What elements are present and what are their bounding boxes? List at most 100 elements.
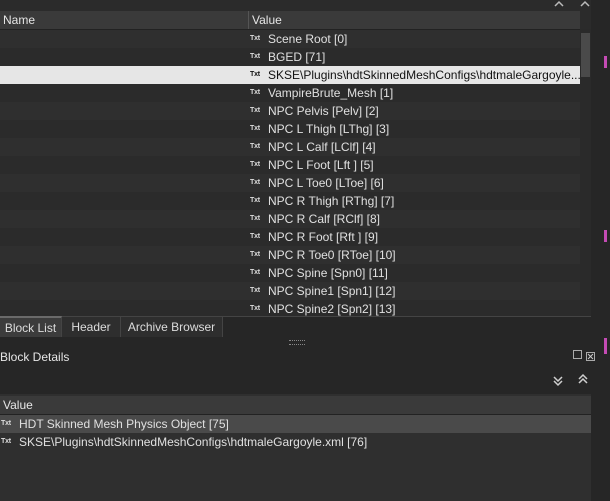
accent-mark bbox=[604, 56, 607, 68]
details-row[interactable]: Txt SKSE\Plugins\hdtSkinnedMeshConfigs\hd… bbox=[0, 433, 591, 451]
top-strip bbox=[0, 0, 610, 11]
row-value: NPC L Foot [Lft ] [5] bbox=[268, 158, 374, 172]
row-value: NPC L Calf [LClf] [4] bbox=[268, 140, 376, 154]
text-type-icon: Txt bbox=[250, 89, 260, 96]
tree-row[interactable]: 18 NiNodeTxtNPC Spine1 [Spn1] [12] bbox=[0, 282, 580, 300]
text-type-icon: Txt bbox=[250, 197, 260, 204]
row-value-cell: Txt BGED [71] bbox=[250, 48, 580, 66]
details-row-value: HDT Skinned Mesh Physics Object [75] bbox=[19, 417, 229, 431]
right-dock-strip bbox=[591, 0, 610, 501]
chevron-double-up-icon[interactable] bbox=[577, 373, 589, 385]
tree-row[interactable]: 13 NiNodeTxtNPC R Thigh [RThg] [7] bbox=[0, 192, 580, 210]
dock-tab-bar: Block List Header Archive Browser bbox=[0, 316, 591, 338]
row-value: NPC Spine [Spn0] [11] bbox=[268, 266, 388, 280]
tree-row[interactable]: 83 NiStringExtraDataTxtSKSE\Plugins\hdtS… bbox=[0, 66, 580, 84]
row-value-cell: Txt NPC Spine2 [Spn2] [13] bbox=[250, 300, 580, 316]
row-value: NPC Spine2 [Spn2] [13] bbox=[268, 302, 396, 316]
text-type-icon: Txt bbox=[250, 233, 260, 240]
row-value: Scene Root [0] bbox=[268, 32, 348, 46]
row-value: NPC L Toe0 [LToe] [6] bbox=[268, 176, 384, 190]
text-type-icon: Txt bbox=[250, 125, 260, 132]
tab-header[interactable]: Header bbox=[62, 317, 121, 337]
block-details-toolbar bbox=[0, 368, 591, 394]
text-type-icon: Txt bbox=[1, 420, 11, 427]
close-dock-icon[interactable] bbox=[586, 350, 595, 361]
row-value-cell: Txt NPC L Thigh [LThg] [3] bbox=[250, 120, 580, 138]
tree-row[interactable]: 15 NiNodeTxtNPC R Foot [Rft ] [9] bbox=[0, 228, 580, 246]
tab-block-list[interactable]: Block List bbox=[0, 316, 62, 338]
text-type-icon: Txt bbox=[250, 269, 260, 276]
tree-row[interactable]: 14 NiNodeTxtNPC R Calf [RClf] [8] bbox=[0, 210, 580, 228]
text-type-icon: Txt bbox=[250, 35, 260, 42]
row-value-cell: Txt NPC L Calf [LClf] [4] bbox=[250, 138, 580, 156]
tree-row[interactable]: 82 BSBehaviorGraphExtraDataTxtBGED [71] bbox=[0, 48, 580, 66]
tree-row[interactable]: 12 NiNodeTxtNPC L Toe0 [LToe] [6] bbox=[0, 174, 580, 192]
row-value: NPC R Toe0 [RToe] [10] bbox=[268, 248, 396, 262]
text-type-icon: Txt bbox=[250, 179, 260, 186]
text-type-icon: Txt bbox=[250, 251, 260, 258]
row-value: BGED [71] bbox=[268, 50, 326, 64]
block-list-tree[interactable]: Name Value 0 NiNodeTxtScene Root [0]82 B… bbox=[0, 11, 580, 316]
row-value-cell: Txt NPC R Calf [RClf] [8] bbox=[250, 210, 580, 228]
tree-header: Name Value bbox=[0, 11, 580, 30]
details-row[interactable]: Txt HDT Skinned Mesh Physics Object [75] bbox=[0, 415, 591, 433]
details-header: Value bbox=[0, 396, 591, 415]
tab-archive-browser[interactable]: Archive Browser bbox=[121, 317, 223, 337]
tree-row[interactable]: 9 NiNodeTxtNPC L Thigh [LThg] [3] bbox=[0, 120, 580, 138]
row-value: NPC L Thigh [LThg] [3] bbox=[268, 122, 390, 136]
row-value: SKSE\Plugins\hdtSkinnedMeshConfigs\hdtma… bbox=[268, 68, 580, 82]
text-type-icon: Txt bbox=[250, 215, 260, 222]
row-value-cell: Txt NPC R Toe0 [RToe] [10] bbox=[250, 246, 580, 264]
column-header-name[interactable]: Name bbox=[0, 11, 249, 29]
row-value-cell: Txt NPC Pelvis [Pelv] [2] bbox=[250, 102, 580, 120]
row-value-cell: Txt NPC R Thigh [RThg] [7] bbox=[250, 192, 580, 210]
accent-mark bbox=[604, 230, 607, 242]
details-rows: Txt HDT Skinned Mesh Physics Object [75] T… bbox=[0, 415, 591, 451]
scrollbar-thumb[interactable] bbox=[581, 33, 590, 77]
row-value: NPC R Calf [RClf] [8] bbox=[268, 212, 381, 226]
text-type-icon: Txt bbox=[1, 438, 11, 445]
row-value-cell: Txt NPC Spine [Spn0] [11] bbox=[250, 264, 580, 282]
row-value: VampireBrute_Mesh [1] bbox=[268, 86, 394, 100]
chevron-up-icon[interactable] bbox=[580, 0, 590, 8]
tree-row[interactable]: 0 NiNodeTxtScene Root [0] bbox=[0, 30, 580, 48]
row-value-cell: Txt NPC R Foot [Rft ] [9] bbox=[250, 228, 580, 246]
tree-row[interactable]: 16 NiNodeTxtNPC R Toe0 [RToe] [10] bbox=[0, 246, 580, 264]
text-type-icon: Txt bbox=[250, 287, 260, 294]
tree-row[interactable]: 10 NiNodeTxtNPC L Calf [LClf] [4] bbox=[0, 138, 580, 156]
tree-row[interactable]: 19 NiNodeTxtNPC Spine2 [Spn2] [13] bbox=[0, 300, 580, 316]
block-details-title: Block Details bbox=[0, 350, 70, 364]
details-row-value: SKSE\Plugins\hdtSkinnedMeshConfigs\hdtma… bbox=[19, 435, 368, 449]
text-type-icon: Txt bbox=[250, 53, 260, 60]
text-type-icon: Txt bbox=[250, 305, 260, 312]
splitter-grip-icon[interactable] bbox=[289, 340, 305, 345]
tree-vertical-scrollbar[interactable] bbox=[580, 29, 591, 316]
row-value-cell: Txt SKSE\Plugins\hdtSkinnedMeshConfigs\hd… bbox=[250, 66, 580, 84]
tree-row[interactable]: 17 NiNodeTxtNPC Spine [Spn0] [11] bbox=[0, 264, 580, 282]
chevron-up-icon[interactable] bbox=[554, 0, 564, 8]
column-header-value[interactable]: Value bbox=[0, 396, 591, 414]
tree-rows: 0 NiNodeTxtScene Root [0]82 BSBehaviorGr… bbox=[0, 30, 580, 316]
row-value-cell: Txt NPC L Toe0 [LToe] [6] bbox=[250, 174, 580, 192]
panel-splitter[interactable] bbox=[0, 337, 591, 346]
block-details-tree[interactable]: Value Txt HDT Skinned Mesh Physics Object… bbox=[0, 394, 591, 501]
tree-row[interactable]: 11 NiNodeTxtNPC L Foot [Lft ] [5] bbox=[0, 156, 580, 174]
row-value-cell: Txt NPC L Foot [Lft ] [5] bbox=[250, 156, 580, 174]
row-value: NPC Spine1 [Spn1] [12] bbox=[268, 284, 396, 298]
block-details-titlebar: Block Details bbox=[0, 346, 595, 368]
row-value: NPC R Thigh [RThg] [7] bbox=[268, 194, 395, 208]
row-value: NPC Pelvis [Pelv] [2] bbox=[268, 104, 379, 118]
text-type-icon: Txt bbox=[250, 71, 260, 78]
column-header-value[interactable]: Value bbox=[249, 11, 580, 29]
chevron-double-down-icon[interactable] bbox=[552, 375, 564, 387]
text-type-icon: Txt bbox=[250, 107, 260, 114]
text-type-icon: Txt bbox=[250, 161, 260, 168]
row-value-cell: Txt VampireBrute_Mesh [1] bbox=[250, 84, 580, 102]
tree-row[interactable]: 1 BSTriShapeTxtVampireBrute_Mesh [1] bbox=[0, 84, 580, 102]
row-value: NPC R Foot [Rft ] [9] bbox=[268, 230, 379, 244]
float-dock-icon[interactable] bbox=[573, 350, 582, 359]
text-type-icon: Txt bbox=[250, 143, 260, 150]
row-value-cell: Txt Scene Root [0] bbox=[250, 30, 580, 48]
tree-row[interactable]: 8 NiNodeTxtNPC Pelvis [Pelv] [2] bbox=[0, 102, 580, 120]
accent-mark bbox=[604, 338, 607, 354]
